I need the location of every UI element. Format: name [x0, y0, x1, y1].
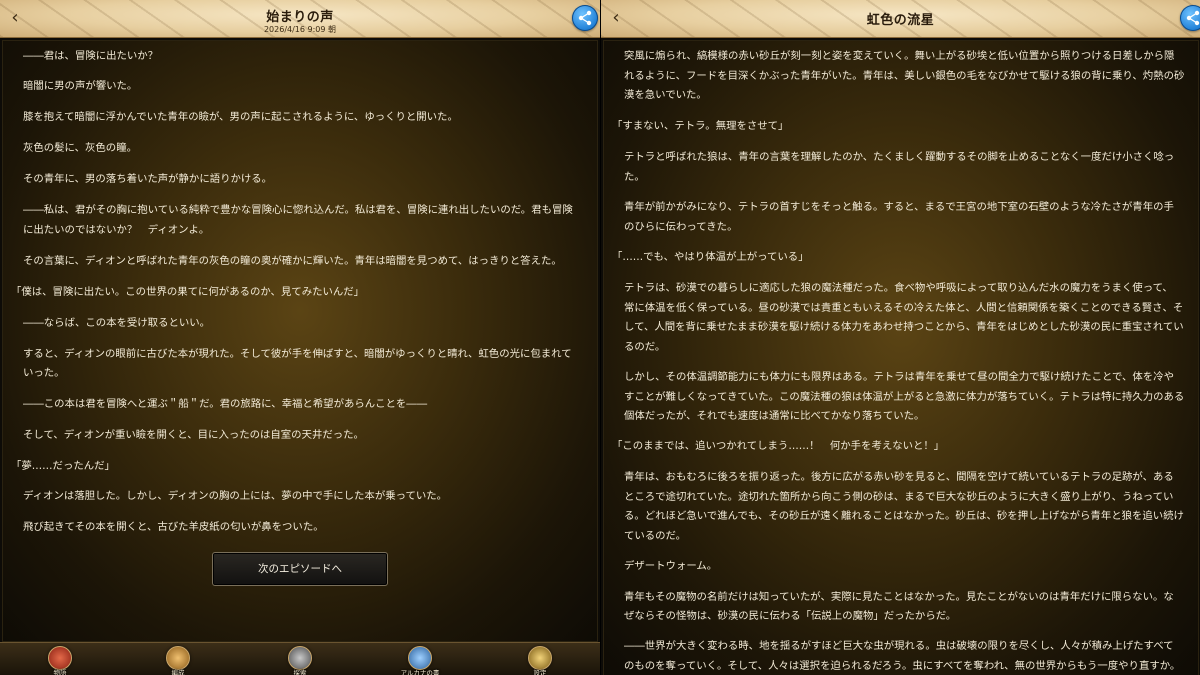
- story-paragraph: 膝を抱えて暗闇に浮かんでいた青年の瞼が、男の声に起こされるように、ゆっくりと開い…: [23, 111, 458, 123]
- story-paragraph: のものを奪っていく。そして、人々は選択を迫られるだろう。虫にすべてを奪われ、無の…: [624, 660, 1181, 672]
- story-paragraph: ――世界が大きく変わる時、地を揺るがすほど巨大な虫が現れる。虫は破壊の限りを尽く…: [624, 640, 1174, 652]
- tab-explore[interactable]: 探索: [280, 645, 320, 675]
- story-paragraph: テトラは、砂漠での暮らしに適応した狼の魔法種だった。食べ物や呼吸によって取り込ん…: [624, 282, 1173, 294]
- story-paragraph: その青年に、男の落ち着いた声が静かに語りかける。: [23, 173, 273, 185]
- story-paragraph: た。: [624, 171, 645, 183]
- story-paragraph: 漠を急いでいた。: [624, 89, 707, 101]
- story-paragraph: ――君は、冒険に出たいか？: [23, 50, 159, 62]
- tab-story[interactable]: 物語: [40, 645, 80, 675]
- story-paragraph: その言葉に、ディオンと呼ばれた青年の灰色の瞳の奥が確かに輝いた。青年は暗闇を見つ…: [23, 255, 562, 267]
- story-paragraph: れるように、フードを目深くかぶった青年がいた。青年は、美しい銀色の毛をなびかせて…: [624, 70, 1185, 82]
- story-paragraph: して、人間を背に乗せたまま砂漠を駆け続ける体力をあわせ持つことから、青年をはじめ…: [624, 321, 1184, 333]
- chevron-left-icon: ‹: [11, 7, 19, 28]
- tab-formation[interactable]: 編成: [158, 645, 198, 675]
- story-paragraph: 「……でも、やはり体温が上がっている」: [612, 251, 809, 263]
- story-paragraph: 個体だったが、それでも速度は通常に比べてかなり落ちていた。: [624, 410, 925, 422]
- story-paragraph: 暗闇に男の声が響いた。: [23, 80, 138, 92]
- share-icon: [1186, 10, 1200, 26]
- share-icon: [578, 10, 592, 26]
- story-paragraph: ――この本は君を冒険へと運ぶ＂船＂だ。君の旅路に、幸福と希望があらんことを――: [23, 398, 428, 410]
- story-paragraph: いった。: [23, 367, 65, 379]
- bottom-tab-bar: 物語 編成 探索 アルカナの書 設定: [0, 642, 600, 675]
- back-button[interactable]: ‹: [4, 6, 26, 30]
- story-paragraph: そして、ディオンが重い瞼を開くと、目に入ったのは自室の天井だった。: [23, 429, 364, 441]
- story-paragraph: 突風に煽られ、縞模様の赤い砂丘が刻一刻と姿を変えていく。舞い上がる砂埃と低い位置…: [624, 50, 1175, 62]
- share-button[interactable]: [572, 5, 598, 31]
- episode-title: 始まりの声: [266, 10, 334, 25]
- story-paragraph: しかし、その体温調節能力にも体力にも限界はある。テトラは青年を乗せて昼の間全力で…: [624, 371, 1174, 383]
- story-paragraph: 飛び起きてその本を開くと、古びた羊皮紙の匂いが鼻をついた。: [23, 521, 324, 533]
- reader-header: ‹ 虹色の流星: [601, 0, 1200, 38]
- story-paragraph: るのだ。: [624, 341, 666, 353]
- story-paragraph: 常に体温を低く保っている。昼の砂漠では貴重ともいえるその冷えた体と、人間と信頼関…: [624, 302, 1184, 314]
- story-paragraph: ――ならば、この本を受け取るといい。: [23, 317, 211, 329]
- story-paragraph: ているのだ。: [624, 530, 687, 542]
- story-paragraph: 「このままでは、追いつかれてしまう……！ 何か手を考えないと！」: [612, 440, 945, 452]
- story-paragraph: 「夢……だったんだ」: [11, 460, 115, 472]
- episode-date: 2026/4/16 9:09 朝: [263, 25, 337, 34]
- story-paragraph: に出たいのではないか？ ディオンよ。: [23, 224, 210, 236]
- tab-settings[interactable]: 設定: [520, 645, 560, 675]
- story-paragraph: 「僕は、冒険に出たい。この世界の果てに何があるのか、見てみたいんだ」: [11, 286, 365, 298]
- back-button[interactable]: ‹: [605, 6, 627, 30]
- story-paragraph: 青年は、おもむろに後ろを振り返った。後方に広がる赤い砂を見ると、間隔を空けて続い…: [624, 471, 1174, 483]
- story-paragraph: ディオンは落胆した。しかし、ディオンの胸の上には、夢の中で手にした本が乗っていた…: [23, 490, 448, 502]
- story-text-area[interactable]: 突風に煽られ、縞模様の赤い砂丘が刻一刻と姿を変えていく。舞い上がる砂埃と低い位置…: [603, 40, 1199, 675]
- story-paragraph: デザートウォーム。: [624, 560, 718, 572]
- story-reader-left: ‹ 始まりの声 2026/4/16 9:09 朝 ――君は、冒険に出たいか？ 暗…: [0, 0, 600, 675]
- story-paragraph: すると、ディオンの眼前に古びた本が現れた。そして彼が手を伸ばすと、暗闇がゆっくり…: [23, 348, 572, 360]
- story-paragraph: すことが難しくなってきていた。この魔法種の狼は体温が上がると急激に体力が落ちてい…: [624, 391, 1185, 403]
- story-paragraph: る。どれほど急いで進んでも、その砂丘が遠く離れることはなかった。砂丘は、砂を押し…: [624, 510, 1184, 522]
- chevron-left-icon: ‹: [612, 7, 620, 28]
- tab-arcana-book[interactable]: アルカナの書: [400, 645, 440, 675]
- story-paragraph: のひらに伝わってきた。: [624, 221, 738, 233]
- story-reader-right: ‹ 虹色の流星 突風に煽られ、縞模様の赤い砂丘が刻一刻と姿を変えていく。舞い上が…: [601, 0, 1200, 675]
- story-paragraph: 灰色の髪に、灰色の瞳。: [23, 142, 137, 154]
- story-paragraph: ぜならその怪物は、砂漠の民に伝わる「伝説上の魔物」だったからだ。: [624, 610, 957, 622]
- next-episode-button[interactable]: 次のエピソードへ: [212, 552, 388, 586]
- share-button[interactable]: [1180, 5, 1200, 31]
- episode-title: 虹色の流星: [866, 13, 935, 28]
- story-paragraph: 「すまない、テトラ。無理をさせて」: [612, 120, 789, 132]
- story-paragraph: ――私は、君がその胸に抱いている純粋で豊かな冒険心に惚れ込んだ。私は君を、冒険に…: [23, 204, 573, 216]
- reader-header: ‹ 始まりの声 2026/4/16 9:09 朝: [0, 0, 600, 38]
- story-paragraph: ところで途切れていた。途切れた箇所から向こう側の砂は、まるで巨大な砂丘のように大…: [624, 491, 1174, 503]
- story-paragraph: 青年もその魔物の名前だけは知っていたが、実際に見たことはなかった。見たことがない…: [624, 591, 1174, 603]
- story-paragraph: 青年が前かがみになり、テトラの首すじをそっと触る。すると、まるで王宮の地下室の石…: [624, 201, 1174, 213]
- story-paragraph: テトラと呼ばれた狼は、青年の言葉を理解したのか、たくましく躍動するその脚を止める…: [624, 151, 1175, 163]
